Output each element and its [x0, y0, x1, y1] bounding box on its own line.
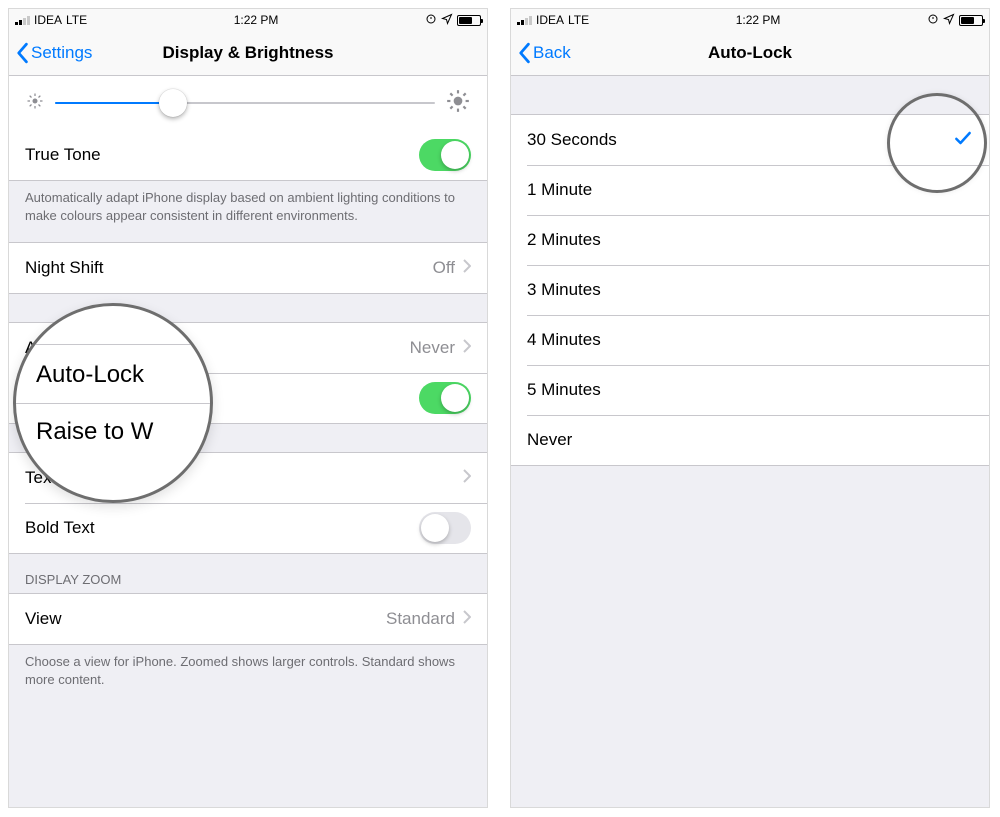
view-row[interactable]: View Standard	[9, 594, 487, 644]
nav-bar: Settings Display & Brightness	[9, 31, 487, 76]
view-label: View	[25, 609, 62, 629]
status-bar: IDEA LTE 1:22 PM	[9, 9, 487, 31]
option-label: Never	[527, 430, 572, 450]
back-label: Settings	[31, 43, 92, 63]
chevron-right-icon	[463, 258, 471, 278]
option-label: 4 Minutes	[527, 330, 601, 350]
chevron-right-icon	[463, 338, 471, 358]
brightness-high-icon	[445, 88, 471, 119]
true-tone-label: True Tone	[25, 145, 101, 165]
back-button[interactable]: Back	[511, 42, 571, 64]
status-bar: IDEA LTE 1:22 PM	[511, 9, 989, 31]
true-tone-toggle[interactable]	[419, 139, 471, 171]
rotation-lock-icon	[425, 13, 437, 28]
carrier-label: IDEA	[34, 13, 62, 27]
signal-icon	[517, 15, 532, 25]
network-label: LTE	[66, 13, 87, 27]
option-label: 2 Minutes	[527, 230, 601, 250]
auto-lock-option[interactable]: 30 Seconds	[511, 115, 989, 165]
location-icon	[943, 13, 955, 28]
display-zoom-header: Display Zoom	[9, 554, 487, 593]
nav-bar: Back Auto-Lock	[511, 31, 989, 76]
back-label: Back	[533, 43, 571, 63]
status-time: 1:22 PM	[736, 13, 781, 27]
status-time: 1:22 PM	[234, 13, 279, 27]
true-tone-row: True Tone	[9, 130, 487, 180]
battery-icon	[959, 15, 983, 26]
auto-lock-value: Never	[410, 338, 455, 358]
auto-lock-option[interactable]: 1 Minute	[511, 165, 989, 215]
rotation-lock-icon	[927, 13, 939, 28]
brightness-slider[interactable]	[55, 102, 435, 104]
auto-lock-option[interactable]: Never	[511, 415, 989, 465]
brightness-slider-row	[9, 76, 487, 130]
annotation-magnifier-left: Auto-Lock Raise to W	[13, 303, 213, 503]
zoom-footer: Choose a view for iPhone. Zoomed shows l…	[9, 645, 487, 700]
view-value: Standard	[386, 609, 455, 629]
magnifier-row-autolock: Auto-Lock	[16, 347, 210, 403]
carrier-label: IDEA	[536, 13, 564, 27]
auto-lock-option[interactable]: 5 Minutes	[511, 365, 989, 415]
option-label: 1 Minute	[527, 180, 592, 200]
option-label: 30 Seconds	[527, 130, 617, 150]
page-title: Auto-Lock	[511, 43, 989, 63]
location-icon	[441, 13, 453, 28]
battery-icon	[457, 15, 481, 26]
bold-text-toggle[interactable]	[419, 512, 471, 544]
signal-icon	[15, 15, 30, 25]
network-label: LTE	[568, 13, 589, 27]
brightness-low-icon	[25, 91, 45, 116]
option-label: 3 Minutes	[527, 280, 601, 300]
phone-right: IDEA LTE 1:22 PM Back Auto-Lock 30 Secon…	[510, 8, 990, 808]
auto-lock-option[interactable]: 4 Minutes	[511, 315, 989, 365]
true-tone-footer: Automatically adapt iPhone display based…	[9, 181, 487, 236]
checkmark-icon	[953, 128, 973, 153]
raise-to-wake-toggle[interactable]	[419, 382, 471, 414]
night-shift-row[interactable]: Night Shift Off	[9, 243, 487, 293]
bold-text-row: Bold Text	[9, 503, 487, 553]
bold-text-label: Bold Text	[25, 518, 95, 538]
chevron-right-icon	[463, 609, 471, 629]
back-button[interactable]: Settings	[9, 42, 92, 64]
auto-lock-option[interactable]: 3 Minutes	[511, 265, 989, 315]
phone-left: IDEA LTE 1:22 PM Settings Display & Brig…	[8, 8, 488, 808]
magnifier-row-raise: Raise to W	[16, 403, 210, 460]
night-shift-value: Off	[433, 258, 455, 278]
auto-lock-option[interactable]: 2 Minutes	[511, 215, 989, 265]
option-label: 5 Minutes	[527, 380, 601, 400]
auto-lock-options: 30 Seconds 1 Minute 2 Minutes 3 Minutes 4 Mi…	[511, 114, 989, 466]
chevron-right-icon	[463, 468, 471, 488]
night-shift-label: Night Shift	[25, 258, 103, 278]
